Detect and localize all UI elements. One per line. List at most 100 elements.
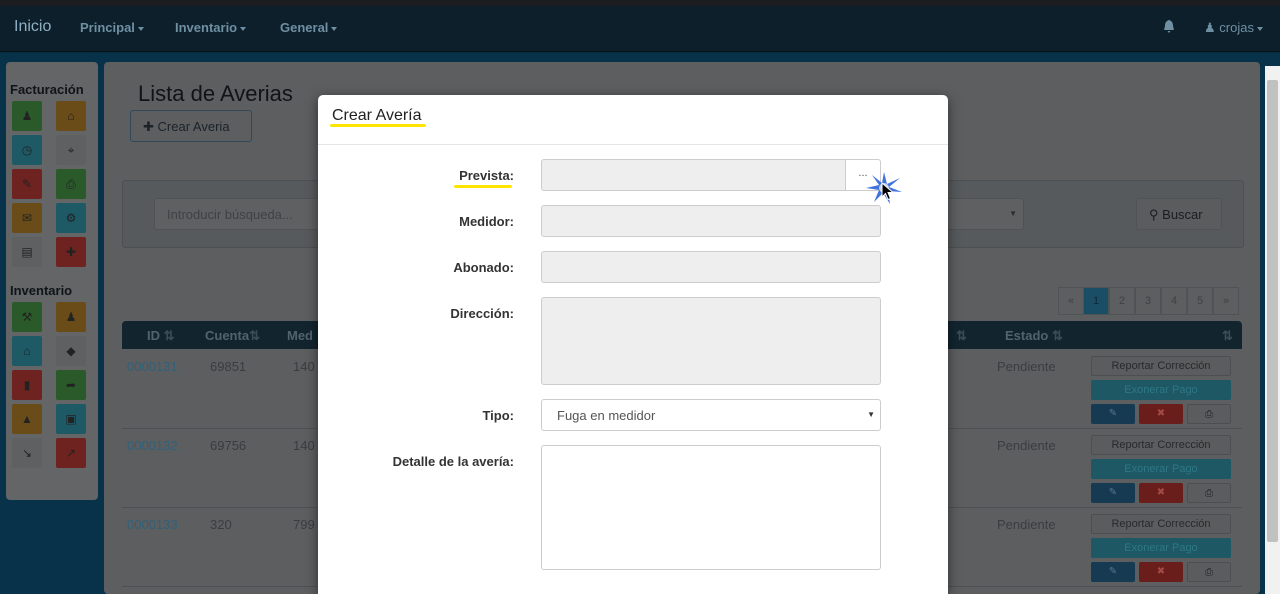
sidebar-tile[interactable]: ⌖	[56, 135, 86, 165]
pagination-page-2[interactable]: 2	[1109, 287, 1135, 315]
edit-button[interactable]: ✎	[1091, 483, 1135, 503]
sidebar-tile[interactable]: ✎	[12, 169, 42, 199]
delete-button[interactable]: ✖	[1139, 562, 1183, 582]
sidebar-tile[interactable]: ↗	[56, 438, 86, 468]
prevista-input[interactable]	[541, 159, 847, 191]
compress-icon: ↘	[21, 446, 33, 460]
pagination-page-5[interactable]: 5	[1187, 287, 1213, 315]
cell-id[interactable]: 0000132	[127, 438, 178, 453]
mouse-cursor-icon	[881, 182, 895, 201]
cell-estado: Pendiente	[997, 517, 1056, 532]
exonerate-payment-button[interactable]: Exonerar Pago	[1091, 538, 1231, 558]
sidebar-tile[interactable]: ⌂	[12, 336, 42, 366]
edit-icon: ✎	[1108, 408, 1118, 419]
column-header-medidor[interactable]: Med	[287, 328, 313, 343]
print-button[interactable]: ⎙	[1187, 562, 1231, 582]
cell-id[interactable]: 0000133	[127, 517, 178, 532]
wrench-icon: ⚒	[21, 310, 33, 324]
sort-icon[interactable]: ⇅	[1222, 328, 1233, 344]
sidebar-tile[interactable]: ⌂	[56, 101, 86, 131]
sidebar-tile[interactable]: ♟	[12, 101, 42, 131]
sidebar-tile[interactable]: ◆	[56, 336, 86, 366]
column-header-estado-label: Estado	[1005, 328, 1049, 343]
search-button[interactable]: ⚲ Buscar	[1136, 198, 1222, 230]
pagination-next[interactable]: »	[1213, 287, 1239, 315]
sidebar-tile[interactable]: ➦	[56, 370, 86, 400]
sidebar-tile[interactable]: ✚	[56, 237, 86, 267]
user-menu[interactable]: ♟ crojas	[1204, 20, 1263, 36]
envelope-icon: ✉	[21, 211, 33, 225]
create-averia-label: Crear Averia	[157, 119, 230, 134]
pagination-page-1[interactable]: 1	[1083, 287, 1109, 315]
modal-title: Crear Avería	[332, 107, 422, 124]
print-icon: ⎙	[1205, 409, 1213, 420]
chevron-down-icon	[240, 26, 247, 31]
nav-menu-inventario-label: Inventario	[175, 20, 238, 35]
pagination-prev[interactable]: «	[1058, 287, 1084, 315]
chevron-down-icon: ▼	[1009, 209, 1017, 218]
detalle-textarea[interactable]	[541, 445, 881, 570]
sidebar-tile[interactable]: ▮	[12, 370, 42, 400]
sidebar-tile[interactable]: ⚒	[12, 302, 42, 332]
bell-icon[interactable]	[1163, 20, 1175, 33]
nav-menu-principal[interactable]: Principal	[80, 20, 144, 35]
column-header-cuenta-label: Cuenta	[205, 328, 250, 343]
column-header-id-label: ID	[147, 328, 160, 343]
field-label-prevista: Prevista:	[459, 168, 514, 183]
create-averia-button[interactable]: ✚ Crear Averia	[130, 110, 252, 142]
bookmark-icon: ▮	[23, 378, 31, 392]
direccion-textarea[interactable]	[541, 297, 881, 385]
tipo-select[interactable]: Fuga en medidor ▼	[541, 399, 881, 431]
clock-icon: ◷	[21, 143, 33, 157]
sort-icon[interactable]: ⇅	[956, 328, 967, 344]
sidebar-tile[interactable]: ▲	[12, 404, 42, 434]
sidebar-tile[interactable]: ▤	[12, 237, 42, 267]
sidebar-tile[interactable]: ⚙	[56, 203, 86, 233]
medidor-input[interactable]	[541, 205, 881, 237]
print-button[interactable]: ⎙	[1187, 483, 1231, 503]
report-correction-button[interactable]: Reportar Corrección	[1091, 514, 1231, 534]
plus-icon: ✚	[143, 119, 154, 134]
sidebar-tile[interactable]: ⎙	[56, 169, 86, 199]
print-icon: ⎙	[1205, 488, 1213, 499]
report-correction-button[interactable]: Reportar Corrección	[1091, 435, 1231, 455]
trash-icon: ✖	[1156, 566, 1166, 577]
sidebar-tile[interactable]: ♟	[56, 302, 86, 332]
highlight-underline	[330, 124, 426, 127]
cell-id[interactable]: 0000131	[127, 359, 178, 374]
file-icon: ▤	[21, 245, 33, 259]
sidebar-tile[interactable]: ◷	[12, 135, 42, 165]
report-correction-button[interactable]: Reportar Corrección	[1091, 356, 1231, 376]
nav-brand-link[interactable]: Inicio	[14, 18, 51, 36]
print-button[interactable]: ⎙	[1187, 404, 1231, 424]
field-label-direccion: Dirección:	[450, 306, 514, 321]
exonerate-payment-button[interactable]: Exonerar Pago	[1091, 459, 1231, 479]
pagination-page-4[interactable]: 4	[1161, 287, 1187, 315]
nav-menu-general[interactable]: General	[280, 20, 338, 35]
edit-button[interactable]: ✎	[1091, 404, 1135, 424]
print-icon: ⎙	[1205, 567, 1213, 578]
trash-icon: ✖	[1156, 408, 1166, 419]
edit-button[interactable]: ✎	[1091, 562, 1135, 582]
scrollbar-thumb[interactable]	[1267, 80, 1278, 542]
delete-button[interactable]: ✖	[1139, 483, 1183, 503]
gear-icon: ⚙	[65, 211, 77, 225]
cell-medidor: 140	[293, 438, 315, 453]
delete-button[interactable]: ✖	[1139, 404, 1183, 424]
user-icon: ♟	[21, 109, 33, 123]
page-title: Lista de Averias	[138, 81, 293, 106]
nav-menu-inventario[interactable]: Inventario	[175, 20, 247, 35]
sidebar-tile[interactable]: ↘	[12, 438, 42, 468]
abonado-input[interactable]	[541, 251, 881, 283]
sidebar-tile[interactable]: ▣	[56, 404, 86, 434]
search-input[interactable]: Introducir búsqueda...	[154, 198, 324, 230]
column-header-estado[interactable]: Estado ⇅	[1005, 328, 1063, 344]
column-header-id[interactable]: ID ⇅	[147, 328, 175, 344]
pagination-page-3[interactable]: 3	[1135, 287, 1161, 315]
exonerate-payment-button[interactable]: Exonerar Pago	[1091, 380, 1231, 400]
column-header-cuenta[interactable]: Cuenta⇅	[205, 328, 260, 344]
search-button-label: Buscar	[1162, 207, 1203, 222]
sidebar-tile[interactable]: ✉	[12, 203, 42, 233]
home-icon: ⌂	[67, 109, 75, 123]
tag-icon: ◆	[66, 344, 76, 358]
